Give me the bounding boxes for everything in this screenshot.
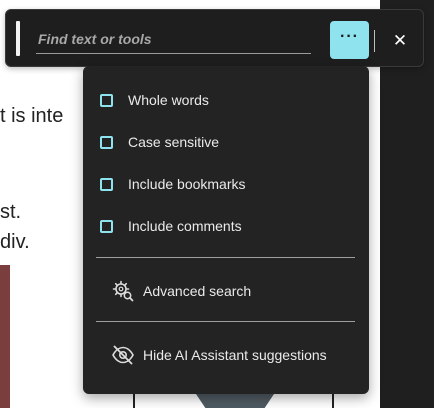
option-label: Case sensitive: [128, 134, 220, 150]
document-text-line: st.: [0, 201, 22, 223]
search-caret: [16, 21, 20, 56]
option-include-bookmarks[interactable]: Include bookmarks: [100, 172, 246, 196]
checkbox[interactable]: [100, 93, 113, 107]
checkbox[interactable]: [100, 219, 113, 233]
find-toolbar: ··· ✕: [5, 9, 424, 67]
option-whole-words[interactable]: Whole words: [100, 88, 209, 112]
ellipsis-icon: ···: [340, 28, 359, 45]
option-case-sensitive[interactable]: Case sensitive: [100, 130, 219, 154]
close-icon: ✕: [392, 31, 408, 50]
search-input[interactable]: [36, 25, 311, 54]
advanced-search-item[interactable]: Advanced search: [111, 278, 251, 304]
document-text-line: div.: [0, 231, 30, 253]
option-label: Whole words: [128, 92, 209, 108]
checkbox[interactable]: [100, 135, 113, 149]
document-frame-edge: [133, 392, 135, 408]
document-text-line: t is inte: [0, 105, 64, 127]
toolbar-divider: [374, 30, 375, 52]
app-window: t is inte st. div. ··· ✕ Whole words Cas…: [0, 0, 434, 408]
hide-ai-suggestions-label: Hide AI Assistant suggestions: [143, 347, 327, 363]
hide-ai-suggestions-item[interactable]: Hide AI Assistant suggestions: [111, 342, 327, 368]
menu-divider: [96, 257, 355, 258]
option-include-comments[interactable]: Include comments: [100, 214, 242, 238]
option-label: Include comments: [128, 218, 242, 234]
eye-slash-icon: [111, 343, 135, 367]
advanced-search-label: Advanced search: [143, 283, 252, 299]
close-button[interactable]: ✕: [387, 28, 413, 54]
more-options-button[interactable]: ···: [330, 21, 369, 59]
option-label: Include bookmarks: [128, 176, 246, 192]
checkbox[interactable]: [100, 177, 113, 191]
document-frame-edge: [332, 392, 334, 408]
document-image-fragment: [0, 265, 10, 408]
document-graphic-fragment: [196, 394, 274, 408]
menu-divider: [96, 321, 355, 322]
search-options-menu: Whole words Case sensitive Include bookm…: [83, 66, 369, 394]
advanced-search-icon: [111, 279, 135, 303]
